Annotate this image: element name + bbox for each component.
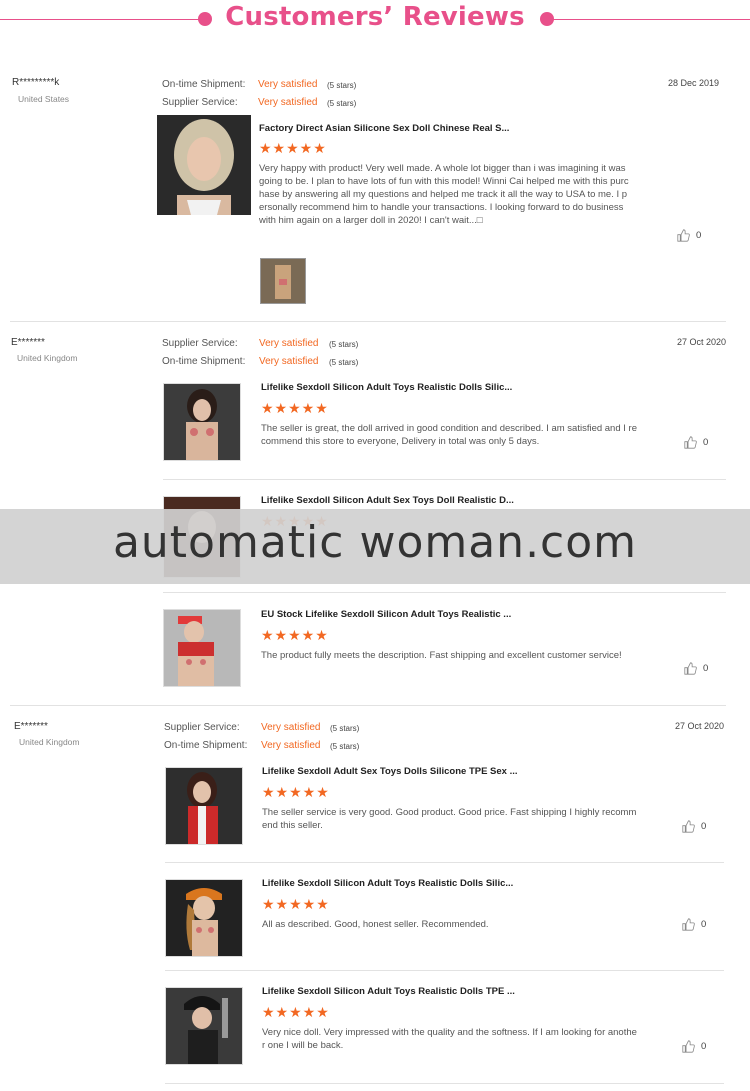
thumbs-up-icon [677, 229, 690, 242]
rating-label: Supplier Service: [162, 338, 238, 349]
product-title-link[interactable]: Lifelike Sexdoll Silicon Adult Sex Toys … [261, 495, 514, 506]
rating-label: On-time Shipment: [164, 740, 248, 751]
review-photo[interactable] [260, 258, 306, 304]
divider [163, 592, 726, 593]
buyer-name: E******* [14, 721, 48, 732]
product-title-link[interactable]: Lifelike Sexdoll Adult Sex Toys Dolls Si… [262, 766, 518, 777]
like-count: 0 [701, 1041, 707, 1052]
thumbs-up-icon [682, 918, 695, 931]
product-thumbnail[interactable] [157, 115, 251, 215]
divider [10, 321, 726, 322]
like-button[interactable]: 0 [682, 820, 706, 833]
rating-value: Very satisfied [261, 722, 321, 733]
rating-label: On-time Shipment: [162, 79, 246, 90]
like-count: 0 [701, 821, 707, 832]
star-rating: ★★★★★ [259, 140, 327, 156]
divider [10, 705, 726, 706]
like-count: 0 [703, 437, 709, 448]
star-rating: ★★★★★ [261, 627, 329, 643]
rating-value: Very satisfied [258, 97, 318, 108]
rating-label: Supplier Service: [162, 97, 238, 108]
product-thumbnail[interactable] [165, 879, 243, 957]
like-button[interactable]: 0 [682, 918, 706, 931]
review-text: Very happy with product! Very well made.… [259, 163, 629, 226]
review-text: Very nice doll. Very impressed with the … [262, 1027, 637, 1051]
like-count: 0 [701, 919, 707, 930]
thumbs-up-icon [682, 1040, 695, 1053]
page-title: Customers’ Reviews [225, 2, 525, 32]
rating-stars-count: (5 stars) [330, 742, 360, 751]
like-button[interactable]: 0 [684, 436, 708, 449]
divider [165, 862, 724, 863]
rating-value: Very satisfied [259, 338, 319, 349]
product-title-link[interactable]: Lifelike Sexdoll Silicon Adult Toys Real… [261, 382, 512, 393]
watermark-text: automatic woman.com [112, 517, 638, 568]
product-title-link[interactable]: Lifelike Sexdoll Silicon Adult Toys Real… [262, 878, 513, 889]
like-button[interactable]: 0 [684, 662, 708, 675]
star-rating: ★★★★★ [262, 1004, 330, 1020]
product-title-link[interactable]: Factory Direct Asian Silicone Sex Doll C… [259, 123, 509, 134]
star-rating: ★★★★★ [262, 784, 330, 800]
review-date: 27 Oct 2020 [676, 337, 726, 347]
rating-stars-count: (5 stars) [330, 724, 360, 733]
divider [165, 1083, 724, 1084]
thumbs-up-icon [684, 436, 697, 449]
buyer-name: E******* [11, 337, 45, 348]
rating-stars-count: (5 stars) [327, 99, 357, 108]
review-date: 28 Dec 2019 [667, 78, 719, 88]
rating-stars-count: (5 stars) [329, 340, 359, 349]
thumbs-up-icon [684, 662, 697, 675]
like-button[interactable]: 0 [677, 229, 701, 242]
header-line-right [552, 19, 750, 20]
review-text: The seller service is very good. Good pr… [262, 807, 637, 831]
rating-value: Very satisfied [259, 356, 319, 367]
product-thumbnail[interactable] [163, 383, 241, 461]
divider [165, 970, 724, 971]
review-text: The seller is great, the doll arrived in… [261, 423, 637, 447]
review-text: The product fully meets the description.… [261, 650, 622, 661]
rating-stars-count: (5 stars) [327, 81, 357, 90]
product-title-link[interactable]: EU Stock Lifelike Sexdoll Silicon Adult … [261, 609, 511, 620]
rating-stars-count: (5 stars) [329, 358, 359, 367]
review-date: 27 Oct 2020 [674, 721, 724, 731]
buyer-country: United States [18, 94, 70, 104]
buyer-country: United Kingdom [17, 353, 78, 363]
rating-value: Very satisfied [261, 740, 321, 751]
like-count: 0 [696, 230, 702, 241]
buyer-country: United Kingdom [19, 737, 80, 747]
product-thumbnail[interactable] [165, 987, 243, 1065]
rating-label: Supplier Service: [164, 722, 240, 733]
like-button[interactable]: 0 [682, 1040, 706, 1053]
like-count: 0 [703, 663, 709, 674]
thumbs-up-icon [682, 820, 695, 833]
product-thumbnail[interactable] [165, 767, 243, 845]
buyer-name: R*********k [12, 77, 60, 88]
divider [163, 479, 726, 480]
review-text: All as described. Good, honest seller. R… [262, 919, 489, 930]
product-thumbnail[interactable] [163, 609, 241, 687]
rating-value: Very satisfied [258, 79, 318, 90]
product-title-link[interactable]: Lifelike Sexdoll Silicon Adult Toys Real… [262, 986, 515, 997]
star-rating: ★★★★★ [262, 896, 330, 912]
rating-label: On-time Shipment: [162, 356, 246, 367]
star-rating: ★★★★★ [261, 400, 329, 416]
